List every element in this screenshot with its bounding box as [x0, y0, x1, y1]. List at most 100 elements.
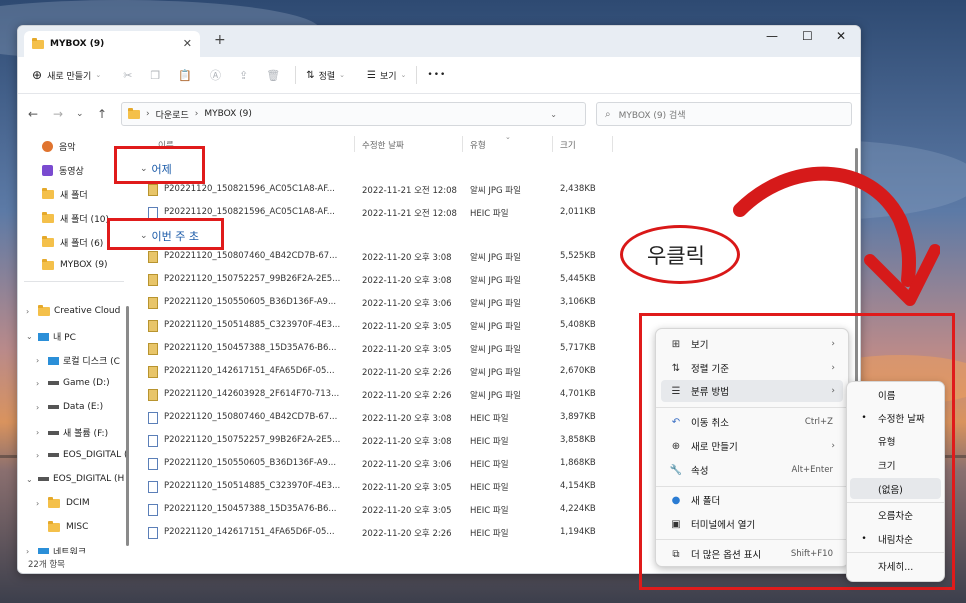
file-row[interactable]: P20221120_150550605_B36D136F-A9... 2022-1… [136, 293, 616, 315]
menu-item-properties[interactable]: 🔧 속성 Alt+Enter [661, 459, 843, 481]
file-date: 2022-11-20 오후 3:08 [362, 414, 452, 424]
file-row[interactable]: P20221120_142603928_2F614F70-713... 2022-… [136, 385, 616, 407]
file-size: 5,408KB [560, 320, 596, 330]
sidebar-item-new-folder[interactable]: 새 폴더 [42, 188, 88, 201]
sidebar-item-eos-digital-h[interactable]: ⌄ EOS_DIGITAL (H [26, 474, 124, 484]
drive-icon [38, 477, 49, 481]
file-row[interactable]: P20221120_150752257_99B26F2A-2E5... 2022-… [136, 270, 616, 292]
file-name: P20221120_150807460_4B42CD7B-67... [164, 412, 338, 422]
file-row[interactable]: P20221120_142617151_4FA65D6F-05... 2022-1… [136, 362, 616, 384]
menu-item-undo-move[interactable]: ↶ 이동 취소 Ctrl+Z [661, 411, 843, 433]
sort-button[interactable]: ⇅ 정렬 ⌄ [306, 69, 345, 82]
file-type: HEIC 파일 [470, 414, 509, 424]
file-row[interactable]: P20221120_142617151_4FA65D6F-05... 2022-1… [136, 523, 616, 545]
file-size: 1,194KB [560, 527, 596, 537]
menu-item-open-terminal[interactable]: ▣ 터미널에서 열기 [661, 513, 843, 535]
menu-item-group-by[interactable]: ☰ 분류 방법 › [661, 380, 843, 402]
submenu-item-type[interactable]: 유형 [850, 430, 941, 451]
close-tab-icon[interactable]: ✕ [183, 37, 192, 50]
sidebar-item-label: Creative Cloud [54, 306, 121, 316]
file-row[interactable]: P20221120_150752257_99B26F2A-2E5... 2022-… [136, 431, 616, 453]
column-header-date[interactable]: 수정한 날짜 [362, 139, 404, 151]
delete-icon[interactable]: 🗑 [266, 69, 280, 82]
sidebar-item-local-disk-c[interactable]: › 로컬 디스크 (C [36, 354, 120, 367]
address-bar[interactable]: › 다운로드 › MYBOX (9) ⌄ ↻ [121, 102, 605, 126]
recent-chevron-icon[interactable]: ⌄ [76, 109, 84, 119]
menu-item-new-folder[interactable]: ● 새 폴더 [661, 489, 843, 511]
sidebar-item-mybox[interactable]: MYBOX (9) [42, 258, 108, 270]
search-box[interactable]: ⌕ MYBOX (9) 검색 [596, 102, 852, 126]
submenu-item-name[interactable]: 이름 [850, 384, 941, 405]
sidebar-item-dcim[interactable]: › DCIM [36, 496, 90, 508]
menu-item-view[interactable]: ⊞ 보기 › [661, 333, 843, 355]
submenu-item-descending[interactable]: • 내림차순 [850, 528, 941, 549]
sidebar-item-eos-digital-g[interactable]: › EOS_DIGITAL ( [36, 450, 128, 460]
share-icon[interactable]: ⇪ [239, 69, 248, 82]
sidebar-item-music[interactable]: 음악 [42, 140, 76, 153]
submenu-item-more[interactable]: 자세히... [850, 555, 941, 576]
folder-icon [42, 212, 54, 223]
file-row[interactable]: P20221120_150457388_15D35A76-B6... 2022-1… [136, 339, 616, 361]
submenu-item-label: 오름차순 [878, 510, 913, 522]
submenu-item-none[interactable]: (없음) [850, 478, 941, 499]
sidebar-item-game-d[interactable]: › Game (D:) [36, 378, 110, 388]
sidebar-item-data-e[interactable]: › Data (E:) [36, 402, 103, 412]
more-options-button[interactable]: ••• [427, 70, 446, 80]
sidebar-item-new-folder-6[interactable]: 새 폴더 (6) [42, 236, 103, 249]
new-tab-button[interactable]: + [214, 32, 226, 48]
column-header-size[interactable]: 크기 [560, 139, 576, 151]
file-type: HEIC 파일 [470, 209, 509, 219]
jpg-file-icon [148, 366, 158, 378]
maximize-button[interactable]: ☐ [802, 29, 813, 43]
rename-icon[interactable]: Ⓐ [210, 67, 221, 83]
music-icon [42, 141, 53, 152]
new-button[interactable]: ⊕ 새로 만들기 ⌄ [32, 68, 101, 82]
breadcrumb-downloads[interactable]: 다운로드 [156, 108, 189, 121]
file-type: 알씨 JPG 파일 [470, 276, 521, 286]
menu-item-more-options[interactable]: ⧉ 더 많은 옵션 표시 Shift+F10 [661, 543, 843, 565]
copy-icon[interactable]: ❐ [150, 69, 160, 82]
submenu-item-ascending[interactable]: 오름차순 [850, 504, 941, 525]
file-name: P20221120_150514885_C323970F-4E3... [164, 481, 341, 491]
tab-mybox[interactable]: MYBOX (9) ✕ [24, 31, 200, 57]
jpg-file-icon [148, 343, 158, 355]
breadcrumb-mybox[interactable]: MYBOX (9) [204, 109, 252, 119]
column-header-type[interactable]: 유형 [470, 139, 486, 151]
menu-item-sort-by[interactable]: ⇅ 정렬 기준 › [661, 357, 843, 379]
file-row[interactable]: P20221120_150550605_B36D136F-A9... 2022-1… [136, 454, 616, 476]
sidebar-item-this-pc[interactable]: ⌄ 내 PC [26, 330, 76, 343]
file-row[interactable]: P20221120_150807460_4B42CD7B-67... 2022-1… [136, 247, 616, 269]
sidebar-item-misc[interactable]: MISC [48, 520, 88, 532]
file-row[interactable]: P20221120_150457388_15D35A76-B6... 2022-1… [136, 500, 616, 522]
up-icon[interactable]: ↑ [97, 107, 107, 121]
file-row[interactable]: P20221120_150514885_C323970F-4E3... 2022-… [136, 316, 616, 338]
minimize-button[interactable]: — [766, 29, 778, 43]
sidebar-item-new-folder-10[interactable]: 새 폴더 (10) [42, 212, 109, 225]
annotation-arrow [733, 166, 940, 306]
back-icon[interactable]: ← [28, 107, 38, 121]
command-bar: ⊕ 새로 만들기 ⌄ ✂ ❐ 📋 Ⓐ ⇪ 🗑 ⇅ 정렬 ⌄ ☰ 보기 ⌄ ••• [18, 57, 860, 94]
sidebar-item-new-volume-f[interactable]: › 새 볼륨 (F:) [36, 426, 108, 439]
sidebar-scrollbar[interactable] [126, 306, 129, 546]
paste-icon[interactable]: 📋 [178, 69, 192, 82]
forward-icon[interactable]: → [53, 107, 63, 121]
file-name: P20221120_150550605_B36D136F-A9... [164, 458, 337, 468]
close-window-button[interactable]: ✕ [836, 29, 846, 43]
cut-icon[interactable]: ✂ [123, 69, 132, 82]
sidebar-item-creative-cloud[interactable]: › Creative Cloud [26, 304, 121, 316]
submenu-item-date-modified[interactable]: • 수정한 날짜 [850, 407, 941, 428]
file-row[interactable]: P20221120_150514885_C323970F-4E3... 2022-… [136, 477, 616, 499]
file-row[interactable]: P20221120_150821596_AC05C1A8-AF... 2022-1… [136, 180, 616, 202]
breadcrumb-separator: › [146, 109, 150, 119]
sidebar-item-label: EOS_DIGITAL ( [63, 450, 128, 460]
file-date: 2022-11-21 오전 12:08 [362, 209, 457, 219]
chevron-right-icon: › [36, 498, 40, 508]
address-history-chevron-icon[interactable]: ⌄ [550, 110, 557, 119]
file-type: HEIC 파일 [470, 529, 509, 539]
view-button[interactable]: ☰ 보기 ⌄ [367, 69, 406, 82]
tab-title: MYBOX (9) [50, 39, 105, 49]
menu-item-new[interactable]: ⊕ 새로 만들기 › [661, 435, 843, 457]
sidebar-item-videos[interactable]: 동영상 [42, 164, 84, 177]
file-row[interactable]: P20221120_150807460_4B42CD7B-67... 2022-1… [136, 408, 616, 430]
submenu-item-size[interactable]: 크기 [850, 454, 941, 475]
